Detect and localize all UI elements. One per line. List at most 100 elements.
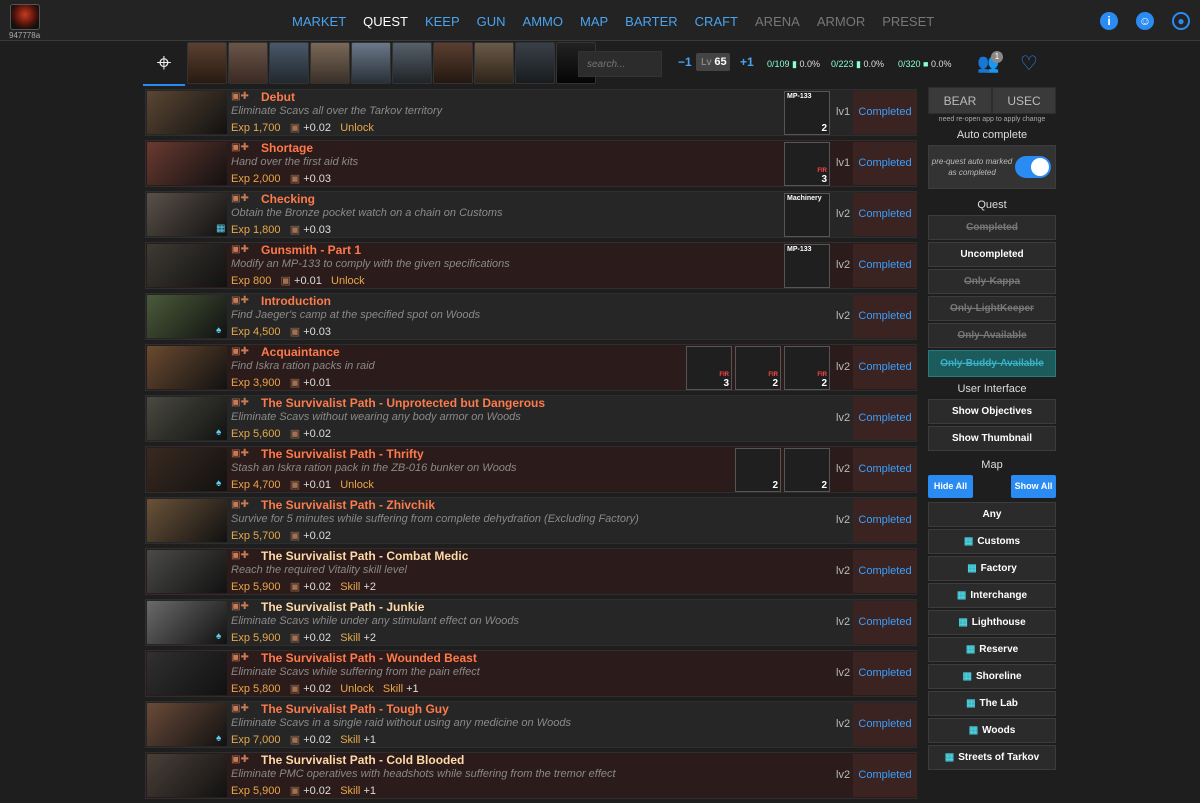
- map-filter-shoreline[interactable]: ▦ Shoreline: [928, 664, 1056, 689]
- quest-row[interactable]: ▣✚ Acquaintance Find Iskra ration packs …: [145, 344, 917, 391]
- quest-title[interactable]: Gunsmith - Part 1: [261, 243, 361, 257]
- trader-mechanic[interactable]: [392, 42, 432, 84]
- quest-status-button[interactable]: Completed: [853, 142, 917, 185]
- map-filter-streets-of-tarkov[interactable]: ▦ Streets of Tarkov: [928, 745, 1056, 770]
- search-input[interactable]: [578, 51, 662, 77]
- trader-fence[interactable]: [269, 42, 309, 84]
- trader-ragman[interactable]: [433, 42, 473, 84]
- quest-title[interactable]: The Survivalist Path - Unprotected but D…: [261, 396, 545, 410]
- quest-title[interactable]: The Survivalist Path - Cold Blooded: [261, 753, 464, 767]
- map-filter-lighthouse[interactable]: ▦ Lighthouse: [928, 610, 1056, 635]
- quest-title[interactable]: The Survivalist Path - Thrifty: [261, 447, 424, 461]
- quest-status-button[interactable]: Completed: [853, 550, 917, 593]
- quest-title[interactable]: The Survivalist Path - Junkie: [261, 600, 424, 614]
- quest-status-button[interactable]: Completed: [853, 754, 917, 797]
- quest-row[interactable]: ▣✚ The Survivalist Path - Thrifty Stash …: [145, 446, 917, 493]
- hide-all-button[interactable]: Hide All: [928, 475, 973, 498]
- quest-item[interactable]: MP-133: [784, 244, 830, 288]
- map-filter-reserve[interactable]: ▦ Reserve: [928, 637, 1056, 662]
- quest-status-button[interactable]: Completed: [853, 601, 917, 644]
- info-icon[interactable]: i: [1100, 12, 1118, 30]
- quest-title[interactable]: The Survivalist Path - Tough Guy: [261, 702, 449, 716]
- trader-jaeger[interactable]: [474, 42, 514, 84]
- show-objectives-button[interactable]: Show Objectives: [928, 399, 1056, 424]
- quest-row[interactable]: ▣✚ The Survivalist Path - Tough Guy Elim…: [145, 701, 917, 748]
- faction-usec-button[interactable]: USEC: [992, 87, 1056, 114]
- map-filter-interchange[interactable]: ▦ Interchange: [928, 583, 1056, 608]
- quest-status-button[interactable]: Completed: [853, 652, 917, 695]
- nav-barter[interactable]: BARTER: [625, 14, 678, 29]
- logo[interactable]: [10, 4, 40, 30]
- quest-status-button[interactable]: Completed: [853, 295, 917, 338]
- quest-status-button[interactable]: Completed: [853, 346, 917, 389]
- account-icon[interactable]: ●: [1172, 12, 1190, 30]
- quest-row[interactable]: ▣✚ Gunsmith - Part 1 Modify an MP-133 to…: [145, 242, 917, 289]
- nav-gun[interactable]: GUN: [477, 14, 506, 29]
- quest-title[interactable]: Acquaintance: [261, 345, 340, 359]
- level-decrease-button[interactable]: −1: [678, 55, 692, 69]
- quest-status-button[interactable]: Completed: [853, 244, 917, 287]
- filter-only-buddy-available[interactable]: Only-Buddy-Available: [928, 350, 1056, 377]
- show-thumbnail-button[interactable]: Show Thumbnail: [928, 426, 1056, 451]
- quest-title[interactable]: The Survivalist Path - Combat Medic: [261, 549, 468, 563]
- quest-row[interactable]: ▣✚ The Survivalist Path - Wounded Beast …: [145, 650, 917, 697]
- quest-status-button[interactable]: Completed: [853, 193, 917, 236]
- quest-row[interactable]: ▣✚ The Survivalist Path - Zhivchik Survi…: [145, 497, 917, 544]
- quest-title[interactable]: Checking: [261, 192, 315, 206]
- nav-keep[interactable]: KEEP: [425, 14, 460, 29]
- nav-preset[interactable]: PRESET: [882, 14, 934, 29]
- quest-row[interactable]: ▣✚ Introduction Find Jaeger's camp at th…: [145, 293, 917, 340]
- quest-item[interactable]: FIR 2: [735, 346, 781, 390]
- all-traders-crosshair-icon[interactable]: ⌖: [143, 42, 185, 86]
- quest-status-button[interactable]: Completed: [853, 448, 917, 491]
- faction-bear-button[interactable]: BEAR: [928, 87, 992, 114]
- nav-arena[interactable]: ARENA: [755, 14, 800, 29]
- trader-ref[interactable]: [515, 42, 555, 84]
- quest-title[interactable]: The Survivalist Path - Wounded Beast: [261, 651, 477, 665]
- filter-completed[interactable]: Completed: [928, 215, 1056, 240]
- nav-armor[interactable]: ARMOR: [817, 14, 865, 29]
- map-filter-any[interactable]: Any: [928, 502, 1056, 527]
- trader-skier[interactable]: [310, 42, 350, 84]
- quest-row[interactable]: ▣✚ Checking Obtain the Bronze pocket wat…: [145, 191, 917, 238]
- quest-row[interactable]: ▣✚ The Survivalist Path - Cold Blooded E…: [145, 752, 917, 799]
- filter-only-kappa[interactable]: Only-Kappa: [928, 269, 1056, 294]
- quest-row[interactable]: ▣✚ The Survivalist Path - Junkie Elimina…: [145, 599, 917, 646]
- trader-therapist[interactable]: [228, 42, 268, 84]
- quest-item[interactable]: 2: [784, 448, 830, 492]
- nav-market[interactable]: MARKET: [292, 14, 346, 29]
- quest-row[interactable]: ▣✚ Shortage Hand over the first aid kits…: [145, 140, 917, 187]
- trader-peacekeeper[interactable]: [351, 42, 391, 84]
- discord-icon[interactable]: ☺: [1136, 12, 1154, 30]
- map-filter-woods[interactable]: ▦ Woods: [928, 718, 1056, 743]
- quest-item[interactable]: 2: [735, 448, 781, 492]
- filter-only-available[interactable]: Only-Available: [928, 323, 1056, 348]
- auto-complete-toggle[interactable]: [1015, 156, 1051, 178]
- nav-quest[interactable]: QUEST: [363, 14, 408, 29]
- favorite-heart-icon[interactable]: ♡: [1020, 51, 1038, 76]
- nav-ammo[interactable]: AMMO: [523, 14, 563, 29]
- quest-title[interactable]: The Survivalist Path - Zhivchik: [261, 498, 435, 512]
- trader-prapor[interactable]: [187, 42, 227, 84]
- map-filter-customs[interactable]: ▦ Customs: [928, 529, 1056, 554]
- quest-status-button[interactable]: Completed: [853, 703, 917, 746]
- quest-item[interactable]: MP-133 2: [784, 91, 830, 135]
- quest-item[interactable]: FIR 2: [784, 346, 830, 390]
- quest-row[interactable]: ▣✚ The Survivalist Path - Combat Medic R…: [145, 548, 917, 595]
- quest-item[interactable]: Machinery: [784, 193, 830, 237]
- filter-uncompleted[interactable]: Uncompleted: [928, 242, 1056, 267]
- quest-status-button[interactable]: Completed: [853, 397, 917, 440]
- quest-item[interactable]: FIR 3: [686, 346, 732, 390]
- show-all-button[interactable]: Show All: [1011, 475, 1056, 498]
- nav-craft[interactable]: CRAFT: [695, 14, 738, 29]
- quest-title[interactable]: Debut: [261, 90, 295, 104]
- map-filter-factory[interactable]: ▦ Factory: [928, 556, 1056, 581]
- quest-status-button[interactable]: Completed: [853, 91, 917, 134]
- quest-item[interactable]: FIR 3: [784, 142, 830, 186]
- quest-row[interactable]: ▣✚ The Survivalist Path - Unprotected bu…: [145, 395, 917, 442]
- quest-title[interactable]: Shortage: [261, 141, 313, 155]
- map-filter-the-lab[interactable]: ▦ The Lab: [928, 691, 1056, 716]
- quest-title[interactable]: Introduction: [261, 294, 331, 308]
- quest-status-button[interactable]: Completed: [853, 499, 917, 542]
- nav-map[interactable]: MAP: [580, 14, 608, 29]
